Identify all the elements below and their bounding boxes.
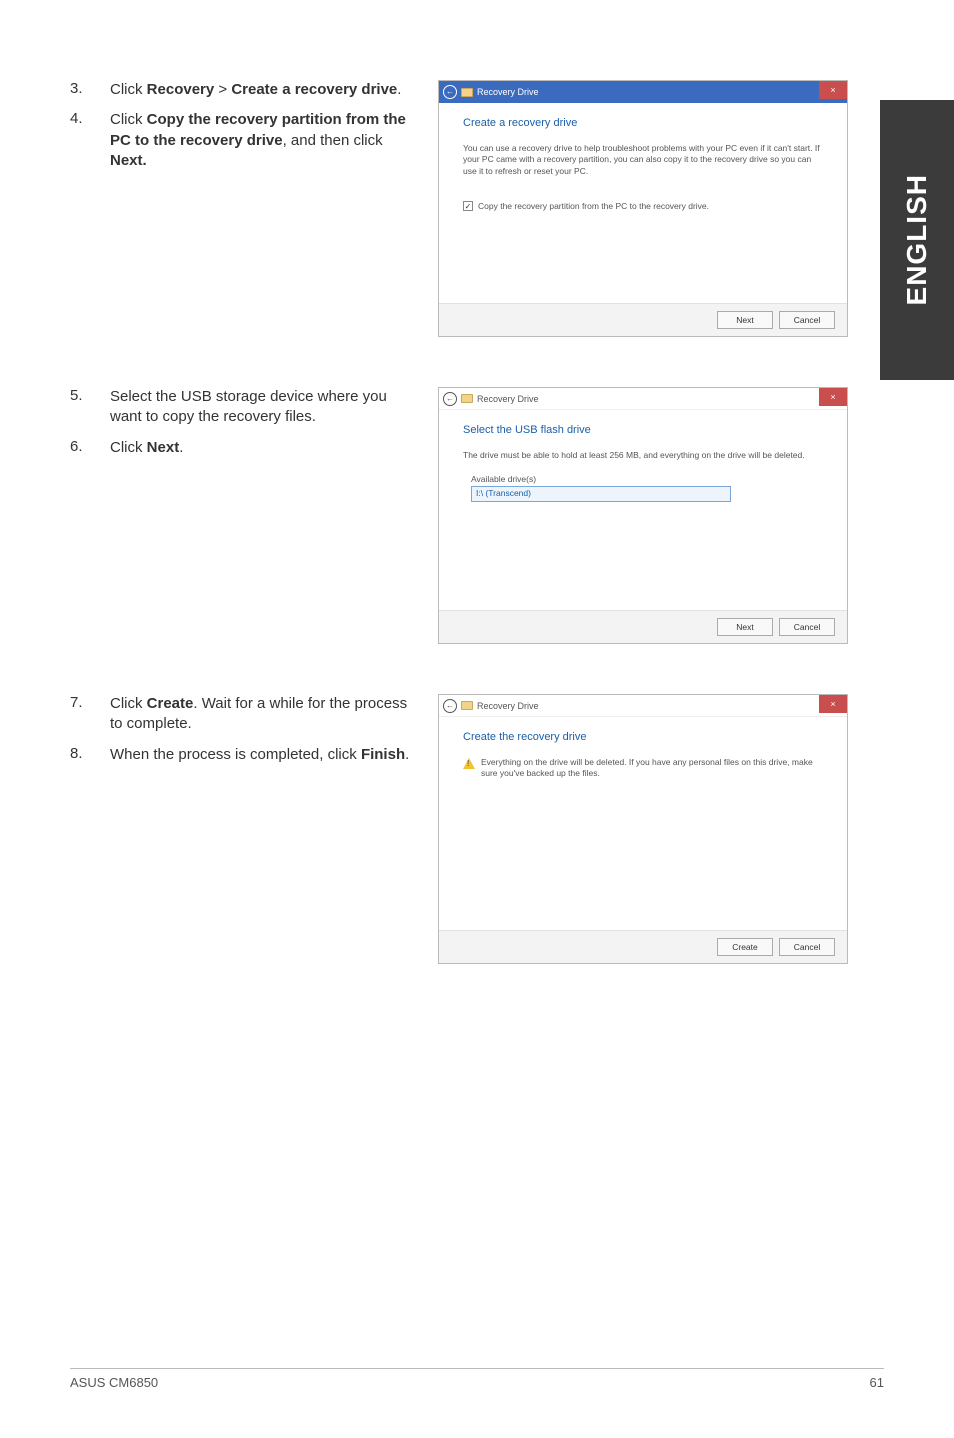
- instructions-block-2: 5. Select the USB storage device where y…: [70, 387, 410, 644]
- back-icon[interactable]: ←: [443, 392, 457, 406]
- dialog-heading: Create the recovery drive: [463, 731, 823, 743]
- cancel-button[interactable]: Cancel: [779, 938, 835, 956]
- recovery-dialog-select-drive: ← Recovery Drive × Select the USB flash …: [438, 387, 848, 644]
- create-button[interactable]: Create: [717, 938, 773, 956]
- step-number: 3.: [70, 80, 110, 100]
- dialog-body-text: You can use a recovery drive to help tro…: [463, 143, 823, 177]
- close-button[interactable]: ×: [819, 388, 847, 406]
- step-text: Click Next.: [110, 438, 410, 458]
- close-button[interactable]: ×: [819, 81, 847, 99]
- dialog-titlebar: ← Recovery Drive ×: [439, 388, 847, 410]
- drive-size-note: The drive must be able to hold at least …: [463, 450, 823, 460]
- step-text: Click Copy the recovery partition from t…: [110, 110, 410, 171]
- warning-text: Everything on the drive will be deleted.…: [481, 757, 823, 780]
- dialog-heading: Create a recovery drive: [463, 117, 823, 129]
- recovery-dialog-create: ← Recovery Drive × Create a recovery dri…: [438, 80, 848, 337]
- step-number: 6.: [70, 438, 110, 458]
- step-number: 5.: [70, 387, 110, 428]
- step-text: Select the USB storage device where you …: [110, 387, 410, 428]
- footer-product: ASUS CM6850: [70, 1375, 158, 1390]
- step-number: 4.: [70, 110, 110, 171]
- next-button[interactable]: Next: [717, 311, 773, 329]
- language-tab: ENGLISH: [880, 100, 954, 380]
- cancel-button[interactable]: Cancel: [779, 311, 835, 329]
- warning-icon: [463, 758, 475, 769]
- folder-icon: [461, 701, 473, 710]
- step-text: When the process is completed, click Fin…: [110, 745, 410, 765]
- close-button[interactable]: ×: [819, 695, 847, 713]
- available-drives-label: Available drive(s): [463, 474, 823, 484]
- step-text: Click Create. Wait for a while for the p…: [110, 694, 410, 735]
- dialog-titlebar: ← Recovery Drive ×: [439, 81, 847, 103]
- folder-icon: [461, 394, 473, 403]
- step-number: 7.: [70, 694, 110, 735]
- next-button[interactable]: Next: [717, 618, 773, 636]
- folder-icon: [461, 88, 473, 97]
- instructions-block-3: 7. Click Create. Wait for a while for th…: [70, 694, 410, 964]
- language-tab-label: ENGLISH: [901, 174, 933, 305]
- copy-partition-label: Copy the recovery partition from the PC …: [478, 201, 709, 211]
- step-number: 8.: [70, 745, 110, 765]
- instructions-block-1: 3. Click Recovery > Create a recovery dr…: [70, 80, 410, 337]
- copy-partition-checkbox[interactable]: ✓: [463, 201, 473, 211]
- dialog-title: Recovery Drive: [477, 87, 539, 97]
- back-icon[interactable]: ←: [443, 85, 457, 99]
- dialog-titlebar: ← Recovery Drive ×: [439, 695, 847, 717]
- footer-page-number: 61: [870, 1375, 884, 1390]
- page-footer: ASUS CM6850 61: [70, 1368, 884, 1390]
- dialog-heading: Select the USB flash drive: [463, 424, 823, 436]
- step-text: Click Recovery > Create a recovery drive…: [110, 80, 410, 100]
- back-icon[interactable]: ←: [443, 699, 457, 713]
- recovery-dialog-confirm-create: ← Recovery Drive × Create the recovery d…: [438, 694, 848, 964]
- cancel-button[interactable]: Cancel: [779, 618, 835, 636]
- dialog-title: Recovery Drive: [477, 701, 539, 711]
- dialog-title: Recovery Drive: [477, 394, 539, 404]
- drive-list-item[interactable]: I:\ (Transcend): [471, 486, 731, 502]
